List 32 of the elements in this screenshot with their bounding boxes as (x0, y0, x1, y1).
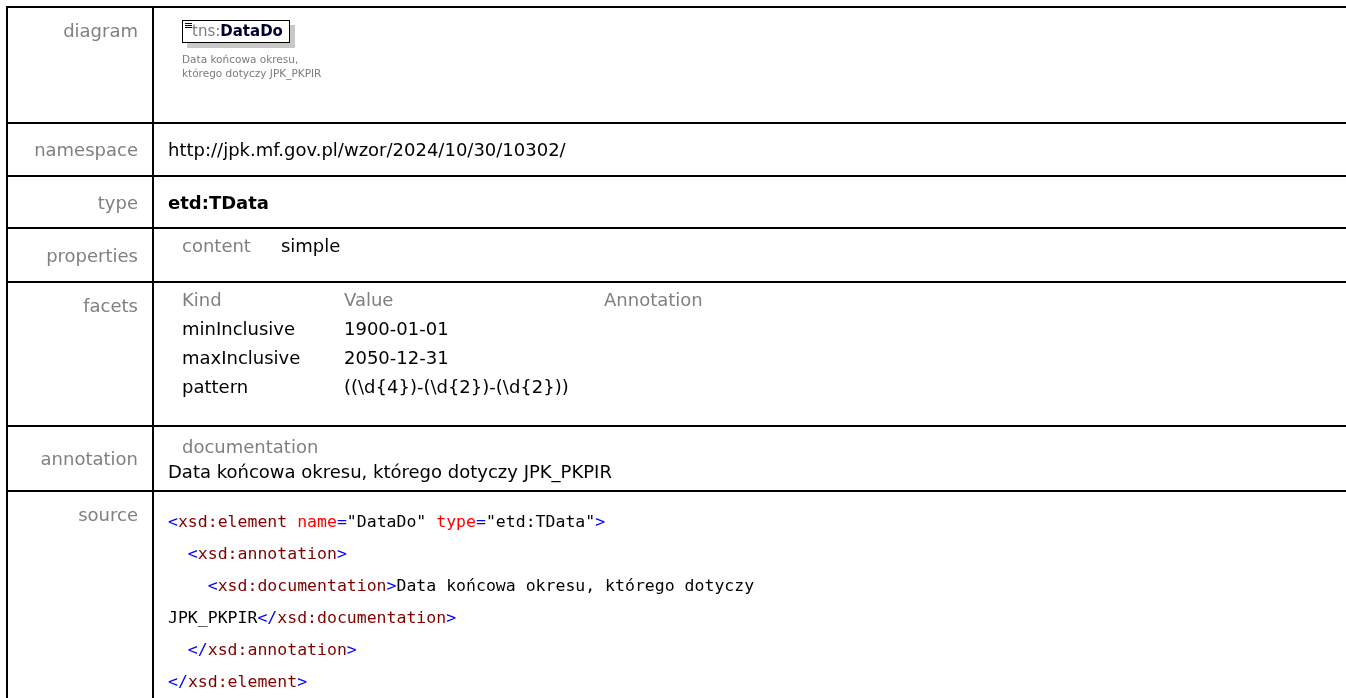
table-cell-text: maxInclusive (182, 347, 302, 368)
table-cell-text: pattern (182, 376, 250, 397)
column-header: Annotation (604, 289, 704, 310)
row-label: properties (46, 244, 138, 266)
row-label: source (78, 504, 138, 525)
column-header: Kind (182, 289, 223, 310)
row-label: namespace (34, 139, 138, 160)
property-value: simple (280, 235, 341, 256)
code-line: <xsd:documentation>Data końcowa okresu, którego dotyczy (206, 575, 756, 597)
node-prefix: tns: (192, 22, 221, 40)
code-line: </xsd:annotation> (186, 639, 358, 661)
row-label: annotation (40, 448, 138, 469)
annotation-heading: documentation (181, 435, 320, 457)
code-line: <xsd:element name="DataDo" type="etd:TData"> (168, 511, 607, 533)
namespace-value: http://jpk.mf.gov.pl/wzor/2024/10/30/10302/ (168, 139, 567, 160)
node-caption: Data końcowa okresu, którego dotyczy JPK_PKPIR (182, 53, 322, 81)
table-cell-text: minInclusive (182, 318, 297, 339)
table-cell-text: 1900-01-01 (344, 318, 450, 339)
row-label: diagram (63, 20, 138, 41)
type-value: etd:TData (168, 191, 270, 213)
code-line: </xsd:element> (168, 671, 309, 693)
lines-icon (185, 23, 192, 29)
table-cell-text: ((\d{4})-(\d{2})-(\d{2})) (344, 376, 570, 397)
annotation-text: Data końcowa okresu, którego dotyczy JPK_PKPIR (168, 460, 613, 482)
node-name: DataDo (220, 22, 283, 40)
code-line: JPK_PKPIR</xsd:documentation> (168, 607, 458, 629)
column-header: Value (344, 289, 395, 310)
row-label: type (97, 191, 138, 213)
property-name: content (182, 235, 251, 256)
code-line: <xsd:annotation> (186, 543, 348, 565)
table-cell-text: 2050-12-31 (344, 347, 450, 368)
row-label: facets (83, 295, 138, 316)
